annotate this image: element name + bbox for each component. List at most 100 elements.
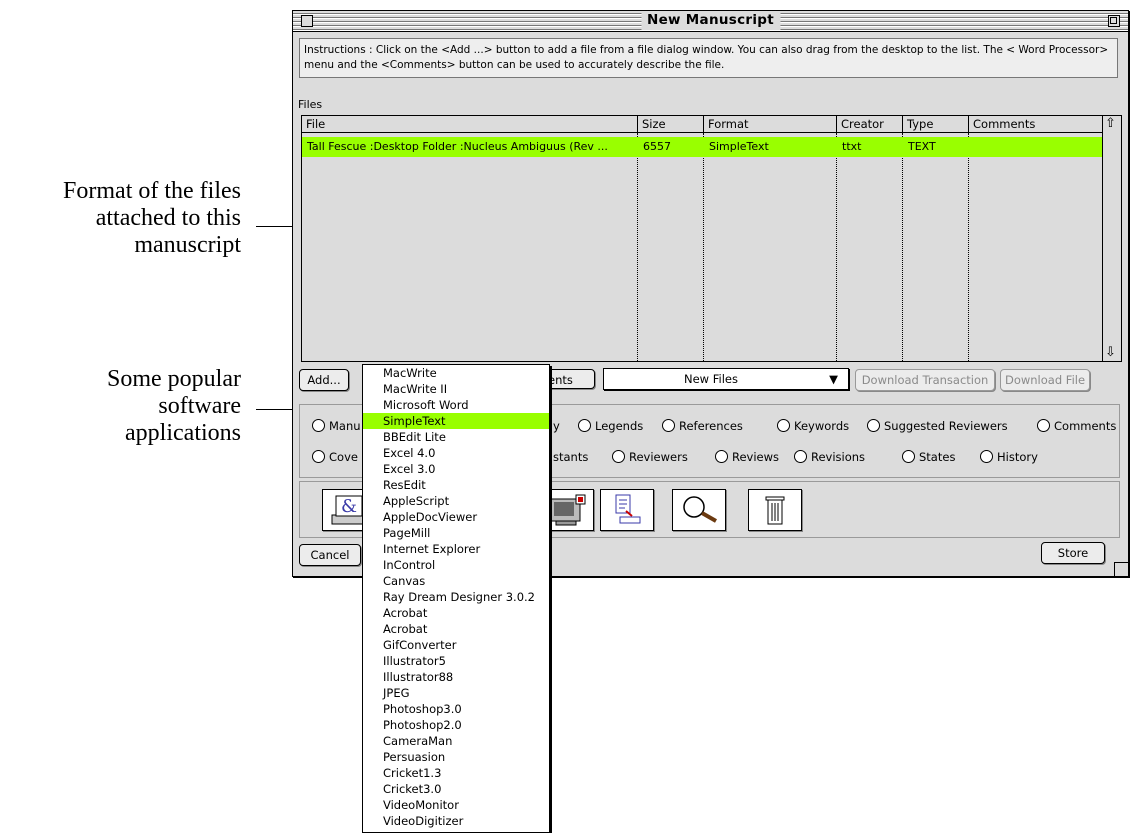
radio-label: Suggested Reviewers xyxy=(884,419,1008,433)
radio-manuscript[interactable]: Manu xyxy=(312,419,361,433)
column-divider xyxy=(637,133,638,361)
cell-file: Tall Fescue :Desktop Folder :Nucleus Amb… xyxy=(307,140,608,153)
column-divider xyxy=(703,133,704,361)
menu-item[interactable]: Illustrator88 xyxy=(363,669,549,685)
table-row[interactable]: Tall Fescue :Desktop Folder :Nucleus Amb… xyxy=(302,137,1107,157)
radio-circle-icon xyxy=(612,450,625,463)
menu-item[interactable]: PageMill xyxy=(363,525,549,541)
files-label: Files xyxy=(298,98,323,111)
menu-item[interactable]: Photoshop2.0 xyxy=(363,717,549,733)
popup-value: New Files xyxy=(684,372,738,386)
file-filter-popup[interactable]: New Files ▼ xyxy=(603,368,849,390)
menu-item[interactable]: JPEG xyxy=(363,685,549,701)
cell-size: 6557 xyxy=(643,140,671,153)
radio-revisions[interactable]: Revisions xyxy=(794,450,865,464)
menu-item[interactable]: Photoshop3.0 xyxy=(363,701,549,717)
cancel-button[interactable]: Cancel xyxy=(299,544,361,566)
radio-legends[interactable]: Legends xyxy=(578,419,643,433)
radio-reviews[interactable]: Reviews xyxy=(715,450,779,464)
menu-item[interactable]: Excel 3.0 xyxy=(363,461,549,477)
menu-item[interactable]: Illustrator5 xyxy=(363,653,549,669)
menu-item[interactable]: InControl xyxy=(363,557,549,573)
radio-label: Legends xyxy=(595,419,644,433)
menu-item[interactable]: Ray Dream Designer 3.0.2 xyxy=(363,589,549,605)
radio-circle-icon xyxy=(662,419,675,432)
radio-keywords[interactable]: Keywords xyxy=(777,419,849,433)
word-processor-menu[interactable]: MacWrite MacWrite II Microsoft Word SimpleT… xyxy=(362,364,550,833)
store-button[interactable]: Store xyxy=(1041,542,1105,564)
column-header-size[interactable]: Size xyxy=(638,116,704,133)
vertical-scrollbar[interactable]: ⇧ ⇩ xyxy=(1102,116,1121,361)
column-divider xyxy=(836,133,837,361)
radio-cover[interactable]: Cove xyxy=(312,450,358,464)
radio-label: stants xyxy=(553,450,589,464)
column-header-type[interactable]: Type xyxy=(903,116,969,133)
zoom-box[interactable] xyxy=(1108,15,1120,27)
files-list[interactable]: File Size Format Creator Type Comments T… xyxy=(301,115,1122,362)
column-header-creator[interactable]: Creator xyxy=(837,116,903,133)
menu-item[interactable]: VideoMonitor xyxy=(363,797,549,813)
column-header-comments[interactable]: Comments xyxy=(969,116,1107,133)
menu-item[interactable]: SimpleText xyxy=(363,413,549,429)
radio-partial[interactable]: y xyxy=(553,419,560,433)
column-header-format[interactable]: Format xyxy=(704,116,837,133)
radio-states[interactable]: States xyxy=(902,450,955,464)
menu-item[interactable]: Cricket3.0 xyxy=(363,781,549,797)
radio-circle-icon xyxy=(794,450,807,463)
scroll-down-arrow-icon[interactable]: ⇩ xyxy=(1105,346,1116,360)
radio-label: Cove xyxy=(329,450,358,464)
radio-references[interactable]: References xyxy=(662,419,743,433)
menu-item[interactable]: Persuasion xyxy=(363,749,549,765)
menu-item[interactable]: VideoDigitizer xyxy=(363,813,549,829)
scroll-up-arrow-icon[interactable]: ⇧ xyxy=(1105,117,1116,131)
radio-circle-icon xyxy=(312,419,325,432)
menu-item[interactable]: Microsoft Word xyxy=(363,397,549,413)
add-button[interactable]: Add... xyxy=(299,369,349,391)
radio-assistants[interactable]: stants xyxy=(553,450,588,464)
radio-suggested-reviewers[interactable]: Suggested Reviewers xyxy=(867,419,1008,433)
radio-circle-icon xyxy=(715,450,728,463)
window-title: New Manuscript xyxy=(640,11,781,30)
menu-item[interactable]: Cricket1.3 xyxy=(363,765,549,781)
menu-item[interactable]: BBEdit Lite xyxy=(363,429,549,445)
download-file-button[interactable]: Download File xyxy=(1000,369,1090,391)
radio-comments[interactable]: Comments xyxy=(1037,419,1116,433)
menu-item[interactable]: AppleDocViewer xyxy=(363,509,549,525)
cell-type: TEXT xyxy=(908,140,936,153)
radio-history[interactable]: History xyxy=(980,450,1038,464)
menu-item[interactable]: Acrobat xyxy=(363,621,549,637)
radio-circle-icon xyxy=(902,450,915,463)
radio-label: Comments xyxy=(1054,419,1117,433)
radio-label: Reviews xyxy=(732,450,780,464)
cell-comments xyxy=(969,137,1104,157)
menu-item[interactable]: Internet Explorer xyxy=(363,541,549,557)
menu-item[interactable]: GifConverter xyxy=(363,637,549,653)
cell-format: SimpleText xyxy=(709,140,769,153)
size-box-icon[interactable] xyxy=(1114,562,1129,577)
column-header-file[interactable]: File xyxy=(302,116,638,133)
svg-text:&: & xyxy=(341,496,357,517)
document-download-icon[interactable] xyxy=(600,489,654,531)
radio-label: History xyxy=(997,450,1038,464)
menu-item[interactable]: AppleScript xyxy=(363,493,549,509)
close-box[interactable] xyxy=(301,15,313,27)
menu-item[interactable]: MacWrite xyxy=(363,365,549,381)
menu-item[interactable]: ResEdit xyxy=(363,477,549,493)
radio-circle-icon xyxy=(980,450,993,463)
popup-arrow-icon: ▼ xyxy=(829,372,838,386)
menu-item[interactable]: CameraMan xyxy=(363,733,549,749)
radio-reviewers[interactable]: Reviewers xyxy=(612,450,688,464)
download-transaction-button[interactable]: Download Transaction xyxy=(855,369,995,391)
title-bar[interactable]: New Manuscript xyxy=(293,11,1128,32)
menu-item[interactable]: Canvas xyxy=(363,573,549,589)
menu-item[interactable]: MacWrite II xyxy=(363,381,549,397)
trash-icon[interactable] xyxy=(748,489,802,531)
annotation-line: attached to this xyxy=(95,205,241,231)
instructions-text: Instructions : Click on the <Add ...> bu… xyxy=(299,38,1118,78)
radio-label: Manu xyxy=(329,419,361,433)
radio-circle-icon xyxy=(867,419,880,432)
menu-item[interactable]: Acrobat xyxy=(363,605,549,621)
annotation-line: software xyxy=(158,393,241,419)
menu-item[interactable]: Excel 4.0 xyxy=(363,445,549,461)
magnifier-icon[interactable] xyxy=(672,489,726,531)
